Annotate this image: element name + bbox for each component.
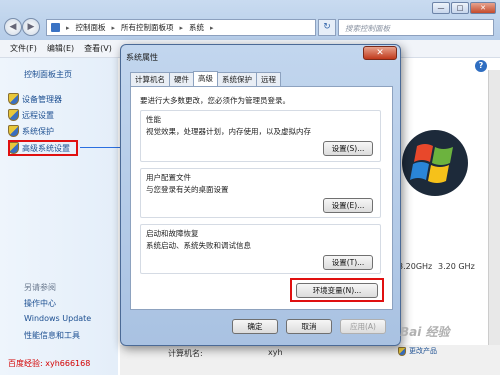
sidebar-item-label: 系统保护 xyxy=(22,126,54,136)
vertical-scrollbar[interactable] xyxy=(488,70,500,375)
breadcrumb-control-panel[interactable]: 控制面板 xyxy=(76,22,106,33)
dialog-title: 系统属性 xyxy=(126,53,158,62)
source-caption: 百度经验: xyh666168 xyxy=(8,359,91,368)
group-startup-recovery-desc: 系统启动、系统失败和调试信息 xyxy=(146,241,251,250)
cpu-frequency-actual: 3.20 GHz xyxy=(438,262,475,271)
shield-icon xyxy=(8,125,19,137)
group-user-profiles-desc: 与您登录有关的桌面设置 xyxy=(146,185,229,194)
sidebar-home-link[interactable]: 控制面板主页 xyxy=(24,69,72,80)
performance-settings-button[interactable]: 设置(S)... xyxy=(323,141,373,156)
search-input[interactable]: 搜索控制面板 xyxy=(338,19,494,36)
startup-recovery-settings-button[interactable]: 设置(T)... xyxy=(323,255,373,270)
apply-button[interactable]: 应用(A) xyxy=(340,319,386,334)
highlight-box-advanced-settings xyxy=(8,140,78,156)
shield-icon xyxy=(8,93,19,105)
breadcrumb-separator: ▸ xyxy=(111,23,116,32)
cpu-frequency: 3.20GHz xyxy=(398,262,433,271)
sidebar-item-system-protection[interactable]: 系统保护 xyxy=(8,125,54,137)
see-also-action-center[interactable]: 操作中心 xyxy=(24,298,56,309)
dialog-tabs: 计算机名 硬件 高级 系统保护 远程 xyxy=(130,71,281,86)
windows-logo-icon xyxy=(402,130,468,196)
control-panel-icon xyxy=(51,23,60,32)
window-controls: — □ ✕ xyxy=(432,2,496,14)
menu-file[interactable]: 文件(F) xyxy=(10,43,37,54)
menu-view[interactable]: 查看(V) xyxy=(84,43,112,54)
tab-hardware[interactable]: 硬件 xyxy=(169,72,194,86)
see-also-heading: 另请参阅 xyxy=(24,283,56,292)
sidebar-item-remote-settings[interactable]: 远程设置 xyxy=(8,109,54,121)
help-icon[interactable]: ? xyxy=(475,60,487,72)
shield-icon xyxy=(398,346,406,356)
watermark: Bai 经验 xyxy=(400,325,450,339)
group-performance-desc: 视觉效果，处理器计划，内存使用，以及虚拟内存 xyxy=(146,127,311,136)
see-also-performance[interactable]: 性能信息和工具 xyxy=(24,330,80,341)
refresh-button[interactable]: ↻ xyxy=(318,19,336,36)
breadcrumb-all-items[interactable]: 所有控制面板项 xyxy=(121,22,174,33)
sidebar-item-device-manager[interactable]: 设备管理器 xyxy=(8,93,62,105)
dialog-close-button[interactable]: ✕ xyxy=(363,46,397,60)
user-profiles-settings-button[interactable]: 设置(E)... xyxy=(323,198,373,213)
breadcrumb-separator: ▸ xyxy=(179,23,184,32)
tab-advanced[interactable]: 高级 xyxy=(193,71,218,86)
maximize-button[interactable]: □ xyxy=(451,2,469,14)
breadcrumb-separator: ▸ xyxy=(66,23,70,32)
group-startup-recovery-title: 启动和故障恢复 xyxy=(146,229,199,238)
genuine-link[interactable]: 更改产品 xyxy=(398,346,437,356)
ok-button[interactable]: 确定 xyxy=(232,319,278,334)
shield-icon xyxy=(8,109,19,121)
forward-button[interactable]: ▶ xyxy=(22,18,40,36)
admin-note: 要进行大多数更改，您必须作为管理员登录。 xyxy=(140,96,290,105)
computer-name-value: xyh xyxy=(268,348,283,357)
highlight-box-environment-variables xyxy=(290,278,384,302)
address-bar[interactable]: ▸ 控制面板 ▸ 所有控制面板项 ▸ 系统 ▸ xyxy=(46,19,316,36)
sidebar-item-label: 远程设置 xyxy=(22,110,54,120)
menu-edit[interactable]: 编辑(E) xyxy=(47,43,74,54)
tab-system-protection[interactable]: 系统保护 xyxy=(217,72,257,86)
tab-remote[interactable]: 远程 xyxy=(256,72,281,86)
breadcrumb-separator: ▸ xyxy=(210,23,214,32)
genuine-link-label: 更改产品 xyxy=(409,347,437,355)
sidebar xyxy=(0,58,118,375)
group-performance-title: 性能 xyxy=(146,115,161,124)
cancel-button[interactable]: 取消 xyxy=(286,319,332,334)
close-button[interactable]: ✕ xyxy=(470,2,496,14)
annotation-arrow xyxy=(80,147,124,148)
tab-computer-name[interactable]: 计算机名 xyxy=(130,72,170,86)
breadcrumb-system[interactable]: 系统 xyxy=(189,22,204,33)
see-also-windows-update[interactable]: Windows Update xyxy=(24,314,91,323)
back-button[interactable]: ◀ xyxy=(4,18,22,36)
group-user-profiles-title: 用户配置文件 xyxy=(146,173,191,182)
minimize-button[interactable]: — xyxy=(432,2,450,14)
computer-name-label: 计算机名: xyxy=(168,349,203,358)
sidebar-item-label: 设备管理器 xyxy=(22,94,62,104)
